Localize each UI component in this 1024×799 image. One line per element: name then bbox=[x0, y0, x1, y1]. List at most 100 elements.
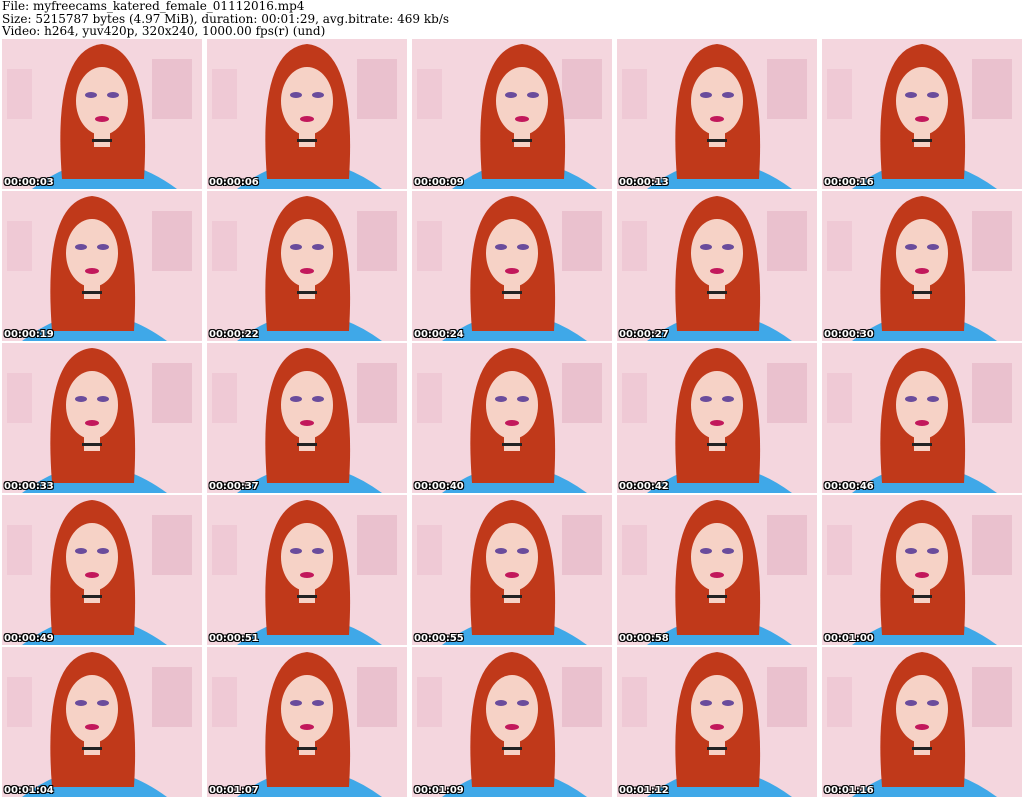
choker bbox=[82, 595, 102, 598]
right-eye bbox=[97, 396, 109, 402]
video-still bbox=[412, 343, 612, 493]
room-decor bbox=[417, 373, 442, 423]
room-decor bbox=[212, 221, 237, 271]
room-decor bbox=[972, 363, 1012, 423]
room-decor bbox=[417, 525, 442, 575]
frame-timestamp: 00:00:33 bbox=[4, 481, 54, 492]
file-info-header: File: myfreecams_katered_female_01112016… bbox=[2, 0, 1022, 38]
lips bbox=[85, 572, 99, 578]
left-eye bbox=[75, 700, 87, 706]
video-still bbox=[822, 39, 1022, 189]
room-decor bbox=[827, 221, 852, 271]
right-eye bbox=[97, 548, 109, 554]
face bbox=[486, 675, 538, 743]
left-eye bbox=[495, 548, 507, 554]
frame-timestamp: 00:00:55 bbox=[414, 633, 464, 644]
right-eye bbox=[527, 92, 539, 98]
room-decor bbox=[562, 211, 602, 271]
thumbnail-frame: 00:00:51 bbox=[207, 495, 407, 645]
video-still bbox=[822, 647, 1022, 797]
choker bbox=[297, 747, 317, 750]
room-decor bbox=[7, 373, 32, 423]
lips bbox=[505, 420, 519, 426]
video-still bbox=[2, 495, 202, 645]
lips bbox=[95, 116, 109, 122]
left-eye bbox=[905, 700, 917, 706]
choker bbox=[707, 139, 727, 142]
room-decor bbox=[152, 363, 192, 423]
frame-timestamp: 00:00:09 bbox=[414, 177, 464, 188]
frame-timestamp: 00:00:42 bbox=[619, 481, 669, 492]
video-info-line: Video: h264, yuv420p, 320x240, 1000.00 f… bbox=[2, 24, 326, 39]
lips bbox=[85, 268, 99, 274]
left-eye bbox=[700, 92, 712, 98]
room-decor bbox=[357, 515, 397, 575]
left-eye bbox=[495, 700, 507, 706]
choker bbox=[297, 291, 317, 294]
left-eye bbox=[505, 92, 517, 98]
frame-timestamp: 00:01:12 bbox=[619, 785, 669, 796]
choker bbox=[512, 139, 532, 142]
neck bbox=[914, 737, 930, 755]
thumbnail-frame: 00:00:42 bbox=[617, 343, 817, 493]
left-eye bbox=[495, 244, 507, 250]
room-decor bbox=[357, 667, 397, 727]
thumbnail-frame: 00:00:30 bbox=[822, 191, 1022, 341]
frame-timestamp: 00:00:22 bbox=[209, 329, 259, 340]
video-still bbox=[412, 39, 612, 189]
video-still bbox=[617, 343, 817, 493]
neck bbox=[299, 433, 315, 451]
video-still bbox=[412, 191, 612, 341]
face bbox=[496, 67, 548, 135]
choker bbox=[707, 443, 727, 446]
right-eye bbox=[927, 396, 939, 402]
video-still bbox=[822, 343, 1022, 493]
choker bbox=[912, 291, 932, 294]
room-decor bbox=[622, 69, 647, 119]
room-decor bbox=[767, 515, 807, 575]
face bbox=[66, 675, 118, 743]
room-decor bbox=[827, 525, 852, 575]
right-eye bbox=[312, 244, 324, 250]
thumbnail-frame: 00:00:09 bbox=[412, 39, 612, 189]
thumbnail-frame: 00:00:33 bbox=[2, 343, 202, 493]
frame-timestamp: 00:00:37 bbox=[209, 481, 259, 492]
thumbnail-grid: 00:00:03 00:00:06 00:00:09 00:00:13 00:0… bbox=[2, 39, 1022, 797]
thumbnail-frame: 00:01:07 bbox=[207, 647, 407, 797]
room-decor bbox=[152, 59, 192, 119]
frame-timestamp: 00:00:13 bbox=[619, 177, 669, 188]
thumbnail-frame: 00:00:24 bbox=[412, 191, 612, 341]
face bbox=[486, 523, 538, 591]
video-still bbox=[412, 647, 612, 797]
room-decor bbox=[7, 69, 32, 119]
right-eye bbox=[927, 700, 939, 706]
right-eye bbox=[107, 92, 119, 98]
thumbnail-frame: 00:00:13 bbox=[617, 39, 817, 189]
thumbnail-frame: 00:00:46 bbox=[822, 343, 1022, 493]
right-eye bbox=[722, 92, 734, 98]
video-still bbox=[207, 647, 407, 797]
right-eye bbox=[722, 700, 734, 706]
lips bbox=[915, 268, 929, 274]
room-decor bbox=[622, 373, 647, 423]
thumbnail-frame: 00:01:04 bbox=[2, 647, 202, 797]
lips bbox=[85, 420, 99, 426]
thumbnail-frame: 00:01:09 bbox=[412, 647, 612, 797]
room-decor bbox=[357, 211, 397, 271]
thumbnail-frame: 00:00:06 bbox=[207, 39, 407, 189]
room-decor bbox=[562, 59, 602, 119]
face bbox=[281, 675, 333, 743]
face bbox=[896, 675, 948, 743]
neck bbox=[914, 433, 930, 451]
frame-timestamp: 00:00:03 bbox=[4, 177, 54, 188]
thumbnail-frame: 00:00:58 bbox=[617, 495, 817, 645]
neck bbox=[504, 433, 520, 451]
neck bbox=[514, 129, 530, 147]
face bbox=[281, 219, 333, 287]
room-decor bbox=[622, 525, 647, 575]
choker bbox=[912, 747, 932, 750]
lips bbox=[300, 116, 314, 122]
lips bbox=[710, 724, 724, 730]
video-still bbox=[207, 343, 407, 493]
lips bbox=[710, 572, 724, 578]
